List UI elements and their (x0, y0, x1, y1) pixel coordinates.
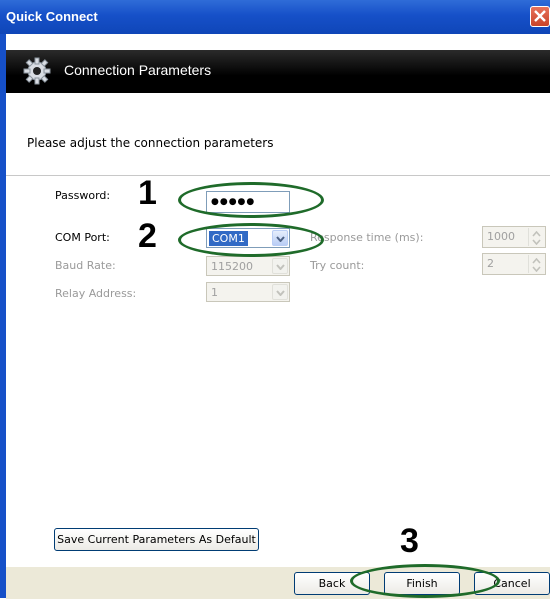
annotation-ellipse-2 (178, 223, 324, 257)
header-gap (6, 34, 550, 50)
relay-address-dropdown-button[interactable] (272, 284, 288, 300)
annotation-ellipse-3 (350, 564, 500, 598)
relay-address-value: 1 (211, 286, 218, 299)
chevron-down-icon (532, 266, 541, 272)
separator (6, 175, 550, 176)
baud-rate-label: Baud Rate: (55, 259, 116, 272)
baud-rate-value: 115200 (211, 260, 253, 273)
chevron-down-icon (532, 239, 541, 245)
response-time-spinner[interactable]: 1000 (482, 226, 546, 248)
save-default-button[interactable]: Save Current Parameters As Default (54, 528, 259, 551)
chevron-up-icon (532, 258, 541, 264)
baud-rate-select[interactable]: 115200 (206, 256, 290, 276)
gear-icon (23, 57, 51, 85)
chevron-down-icon (276, 290, 285, 296)
chevron-down-icon (276, 264, 285, 270)
response-time-spin-buttons[interactable] (528, 228, 544, 246)
try-count-label: Try count: (310, 259, 365, 272)
close-button[interactable] (530, 6, 550, 27)
close-icon (534, 10, 546, 22)
title-bar: Quick Connect (0, 0, 550, 34)
try-count-spin-buttons[interactable] (528, 255, 544, 273)
window-border-left (0, 34, 6, 598)
password-label: Password: (55, 189, 111, 202)
annotation-ellipse-1 (178, 182, 324, 218)
try-count-value: 2 (487, 257, 494, 270)
annotation-number-1: 1 (138, 174, 157, 212)
annotation-number-2: 2 (138, 217, 157, 255)
baud-rate-dropdown-button[interactable] (272, 258, 288, 274)
annotation-number-3: 3 (400, 522, 419, 560)
com-port-label: COM Port: (55, 231, 110, 244)
relay-address-label: Relay Address: (55, 287, 137, 300)
relay-address-select[interactable]: 1 (206, 282, 290, 302)
header-band: Connection Parameters (6, 50, 550, 93)
response-time-label: Response time (ms): (310, 231, 424, 244)
response-time-value: 1000 (487, 230, 515, 243)
chevron-up-icon (532, 231, 541, 237)
instruction-text: Please adjust the connection parameters (27, 136, 274, 150)
try-count-spinner[interactable]: 2 (482, 253, 546, 275)
header-title: Connection Parameters (64, 62, 212, 78)
window-title: Quick Connect (6, 9, 98, 24)
